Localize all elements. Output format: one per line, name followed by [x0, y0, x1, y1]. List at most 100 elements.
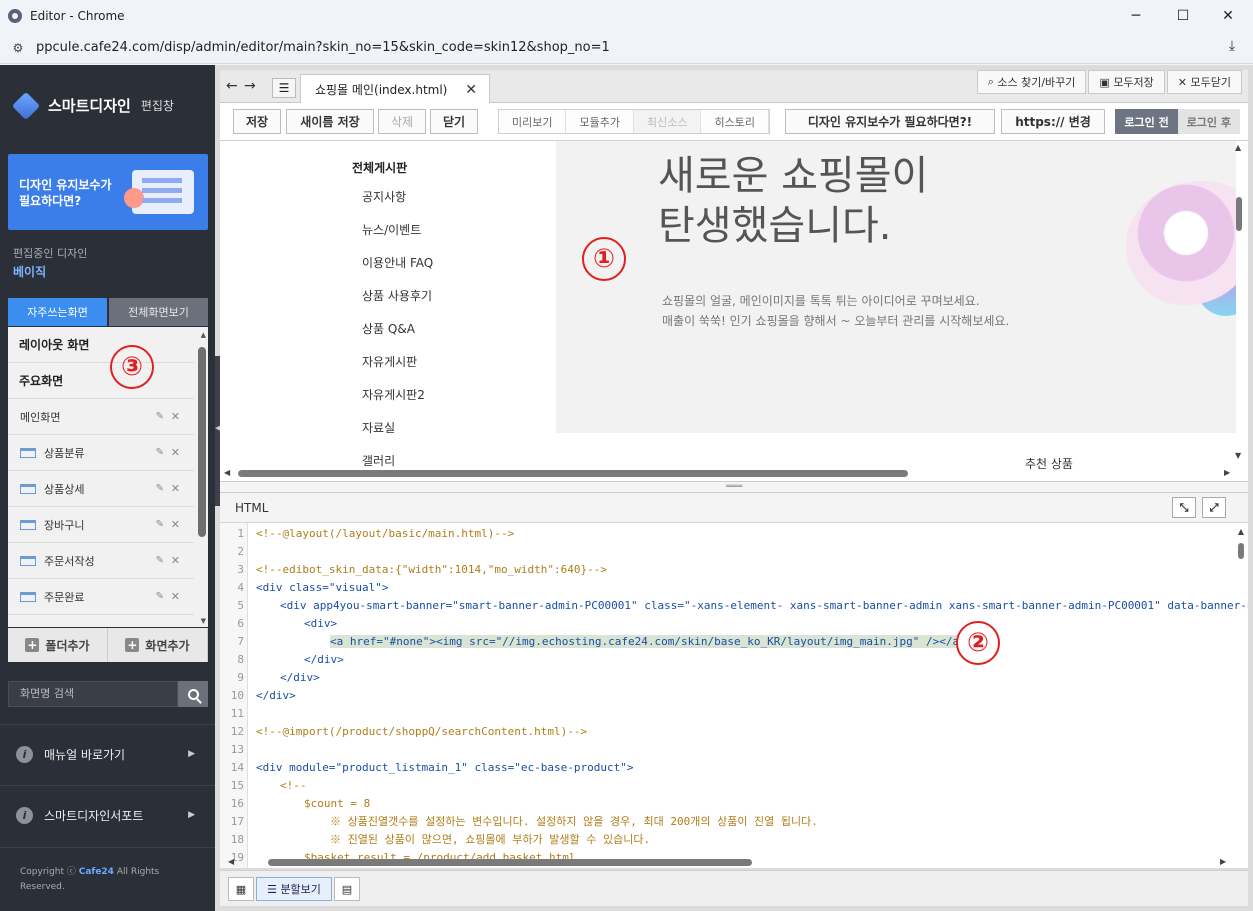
list-item[interactable]: 주문완료 ✎ ✕: [8, 579, 194, 615]
manual-link[interactable]: i 매뉴얼 바로가기 ▶: [16, 742, 201, 766]
close-button[interactable]: 닫기: [430, 109, 478, 134]
preview-horizontal-scrollbar[interactable]: ◀ ▶: [220, 467, 1248, 479]
board-menu-item[interactable]: 자유게시판: [352, 353, 433, 386]
tab-all-pages[interactable]: 전체화면보기: [109, 298, 208, 326]
back-arrow-icon[interactable]: ←: [226, 78, 238, 94]
scroll-up-icon[interactable]: ▲: [1235, 143, 1241, 152]
code-line[interactable]: $count = 8: [304, 795, 370, 813]
board-menu-item[interactable]: 뉴스/이벤트: [352, 221, 433, 254]
scroll-left-icon[interactable]: ◀: [228, 857, 234, 866]
code-vertical-scrollbar[interactable]: [1238, 543, 1244, 559]
grid-view-icon[interactable]: ▦: [228, 877, 254, 901]
list-item[interactable]: 주문서작성 ✎ ✕: [8, 543, 194, 579]
history-button[interactable]: 히스토리: [701, 110, 769, 133]
code-line[interactable]: </div>: [256, 687, 296, 705]
delete-icon[interactable]: ✕: [171, 482, 180, 495]
delete-icon[interactable]: ✕: [171, 554, 180, 567]
main-visual[interactable]: 새로운 쇼핑몰이 탄생했습니다. 쇼핑몰의 얼굴, 메인이미지를 톡톡 튀는 아…: [556, 141, 1236, 433]
scroll-up-icon[interactable]: ▲: [201, 331, 206, 339]
download-icon[interactable]: ⤓: [1223, 38, 1241, 56]
close-icon[interactable]: ✕: [465, 82, 477, 98]
delete-icon[interactable]: ✕: [171, 518, 180, 531]
delete-button[interactable]: 삭제: [378, 109, 426, 134]
board-menu-item[interactable]: 상품 Q&A: [352, 320, 433, 353]
add-folder-button[interactable]: + 폴더추가: [8, 628, 108, 662]
site-settings-icon[interactable]: ⚙: [10, 41, 26, 55]
maintenance-button[interactable]: 디자인 유지보수가 필요하다면?!: [785, 109, 995, 134]
login-after-button[interactable]: 로그인 후: [1177, 109, 1240, 134]
find-replace-button[interactable]: ⌕ 소스 찾기/바꾸기: [976, 70, 1087, 94]
code-line[interactable]: <div app4you-smart-banner="smart-banner-…: [280, 597, 1248, 615]
close-window-button[interactable]: ✕: [1205, 0, 1251, 32]
close-all-button[interactable]: ✕ 모두닫기: [1166, 70, 1242, 94]
split-view-button[interactable]: ☰ 분할보기: [256, 877, 332, 901]
minimize-button[interactable]: ─: [1113, 0, 1159, 32]
search-button[interactable]: [178, 681, 208, 707]
login-before-button[interactable]: 로그인 전: [1115, 109, 1178, 134]
scroll-thumb[interactable]: [238, 470, 908, 477]
https-change-button[interactable]: https:// 변경: [1001, 109, 1105, 134]
pencil-icon[interactable]: ✎: [156, 447, 164, 458]
pane-splitter[interactable]: ═══: [220, 481, 1248, 493]
group-layout-pages[interactable]: 레이아웃 화면: [8, 327, 194, 363]
preview-button[interactable]: 미리보기: [499, 110, 567, 133]
code-editor[interactable]: 1 2 3 4 5 6 7 8 9 10 11 12 13 14 15 16 1…: [220, 523, 1248, 868]
url-text[interactable]: ppcule.cafe24.com/disp/admin/editor/main…: [36, 40, 610, 55]
preview-vertical-scrollbar[interactable]: ▲ ▼: [1234, 141, 1244, 471]
scroll-down-icon[interactable]: ▼: [1235, 451, 1241, 460]
editing-design-value[interactable]: 베이직: [13, 263, 46, 280]
code-line[interactable]: ※ 상품진열갯수를 설정하는 변수입니다. 설정하지 않을 경우, 최대 200…: [330, 813, 818, 831]
page-list-scrollbar[interactable]: [198, 347, 206, 537]
scroll-thumb[interactable]: [1236, 197, 1242, 231]
page-search-input[interactable]: 화면명 검색: [8, 681, 178, 707]
list-item[interactable]: 장바구니 ✎ ✕: [8, 507, 194, 543]
delete-icon[interactable]: ✕: [171, 590, 180, 603]
code-line[interactable]: ※ 진열된 상품이 많으면, 쇼핑몰에 부하가 발생할 수 있습니다.: [330, 831, 650, 849]
tab-frequent-pages[interactable]: 자주쓰는화면: [8, 298, 107, 326]
code-line[interactable]: <div class="visual">: [256, 579, 388, 597]
board-menu-item[interactable]: 공지사항: [352, 188, 433, 221]
list-item[interactable]: 메인화면 ✎ ✕: [8, 399, 194, 435]
file-list-icon[interactable]: ☰: [272, 78, 296, 98]
forward-arrow-icon[interactable]: →: [244, 78, 256, 94]
add-page-button[interactable]: + 화면추가: [108, 628, 208, 662]
scroll-right-icon[interactable]: ▶: [1224, 468, 1230, 477]
add-module-button[interactable]: 모듈추가: [566, 110, 634, 133]
code-line[interactable]: <div>: [304, 615, 337, 633]
support-link[interactable]: i 스마트디자인서포트 ▶: [16, 803, 201, 827]
code-line[interactable]: </div>: [304, 651, 344, 669]
list-item[interactable]: 상품상세 ✎ ✕: [8, 471, 194, 507]
code-line-highlighted[interactable]: <a href="#none"><img src="//img.echostin…: [330, 633, 966, 651]
latest-source-button[interactable]: 최신소스: [633, 110, 702, 133]
delete-icon[interactable]: ✕: [171, 446, 180, 459]
scroll-down-icon[interactable]: ▼: [201, 617, 206, 625]
board-menu-item[interactable]: 이용안내 FAQ: [352, 254, 433, 287]
scroll-right-icon[interactable]: ▶: [1220, 857, 1226, 866]
pencil-icon[interactable]: ✎: [156, 411, 164, 422]
code-view-icon[interactable]: ▤: [334, 877, 360, 901]
board-menu-item[interactable]: 자유게시판2: [352, 386, 433, 419]
delete-icon[interactable]: ✕: [171, 410, 180, 423]
save-all-button[interactable]: ▣ 모두저장: [1088, 70, 1165, 94]
expand-icon[interactable]: ⤢: [1202, 497, 1226, 518]
code-horizontal-scrollbar[interactable]: [268, 859, 752, 866]
code-line[interactable]: <!--: [280, 777, 307, 795]
code-line[interactable]: <!--@layout(/layout/basic/main.html)-->: [256, 525, 514, 543]
scroll-up-icon[interactable]: ▲: [1238, 527, 1244, 536]
save-button[interactable]: 저장: [233, 109, 281, 134]
save-as-button[interactable]: 새이름 저장: [286, 109, 374, 134]
board-menu-item[interactable]: 상품 사용후기: [352, 287, 433, 320]
collapse-icon[interactable]: ⤡: [1172, 497, 1196, 518]
list-item[interactable]: 상품분류 ✎ ✕: [8, 435, 194, 471]
pencil-icon[interactable]: ✎: [156, 555, 164, 566]
code-line[interactable]: <!--edibot_skin_data:{"width":1014,"mo_w…: [256, 561, 607, 579]
board-menu-item[interactable]: 자료실: [352, 419, 433, 452]
pencil-icon[interactable]: ✎: [156, 591, 164, 602]
group-main-pages[interactable]: 주요화면: [8, 363, 194, 399]
code-line[interactable]: <!--@import(/product/shoppQ/searchConten…: [256, 723, 587, 741]
maintenance-banner[interactable]: 디자인 유지보수가 필요하다면?: [8, 154, 208, 230]
code-line[interactable]: </div>: [280, 669, 320, 687]
pencil-icon[interactable]: ✎: [156, 483, 164, 494]
maximize-button[interactable]: ☐: [1160, 0, 1206, 32]
code-line[interactable]: <div module="product_listmain_1" class="…: [256, 759, 634, 777]
